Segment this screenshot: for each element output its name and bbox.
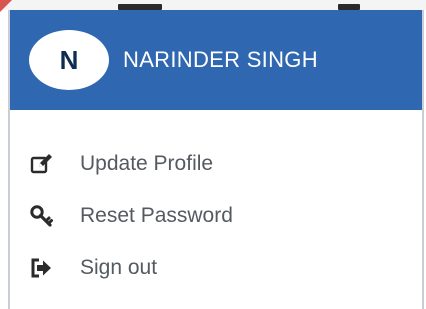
menu-item-sign-out[interactable]: Sign out bbox=[10, 242, 422, 294]
page: N NARINDER SINGH Update Profile Reset Pa… bbox=[0, 0, 426, 309]
user-name: NARINDER SINGH bbox=[123, 47, 318, 72]
menu-item-reset-password[interactable]: Reset Password bbox=[10, 190, 422, 242]
avatar[interactable]: N bbox=[29, 30, 109, 90]
edit-icon bbox=[28, 150, 56, 178]
background-app-bar bbox=[0, 0, 426, 10]
menu-item-label: Sign out bbox=[80, 256, 158, 279]
key-icon bbox=[28, 202, 56, 230]
avatar-initial: N bbox=[59, 44, 79, 75]
menu-item-update-profile[interactable]: Update Profile bbox=[10, 138, 422, 190]
user-header: N NARINDER SINGH bbox=[10, 10, 422, 110]
menu-item-label: Update Profile bbox=[80, 152, 214, 175]
sign-out-icon bbox=[28, 254, 56, 282]
user-dropdown-menu: N NARINDER SINGH Update Profile Reset Pa… bbox=[8, 10, 424, 309]
menu-list: Update Profile Reset Password Sign out bbox=[10, 138, 422, 294]
menu-item-label: Reset Password bbox=[80, 204, 233, 227]
